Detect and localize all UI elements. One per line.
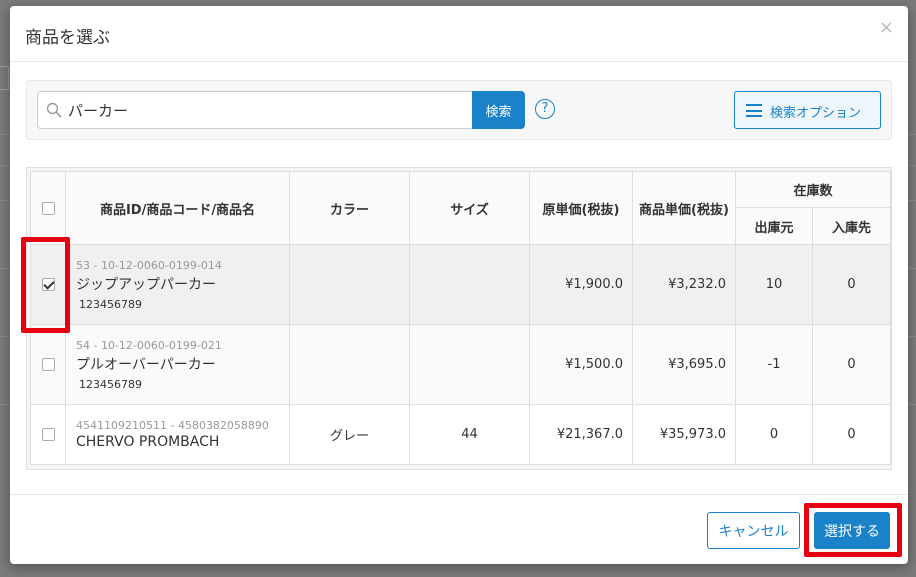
stock-to-cell: 0	[811, 244, 892, 325]
product-table: 商品ID/商品コード/商品名 カラー サイズ 原単価(税抜) 商品単価(税抜) …	[30, 171, 892, 465]
table-row[interactable]: 4541109210511 - 4580382058890 CHERVO PRO…	[30, 404, 892, 465]
row-checkbox[interactable]	[41, 358, 55, 371]
product-name: プルオーバーパーカー	[76, 356, 216, 373]
dialog-title: 商品を選ぶ	[25, 28, 110, 48]
table-row[interactable]: 53 - 10-12-0060-0199-014 ジップアップパーカー 1234…	[30, 244, 892, 325]
dialog-header: 商品を選ぶ ×	[10, 6, 908, 62]
row-checkbox[interactable]	[41, 428, 55, 441]
col-header-unit-price: 商品単価(税抜)	[632, 171, 736, 245]
color-cell	[289, 244, 410, 325]
stock-to-cell: 0	[811, 404, 892, 465]
col-header-stock-to: 入庫先	[811, 207, 892, 245]
unit-price-cell: ¥35,973.0	[632, 404, 736, 465]
col-header-stock-from: 出庫元	[735, 207, 813, 245]
col-header-cost-price: 原単価(税抜)	[529, 171, 633, 245]
col-header-product: 商品ID/商品コード/商品名	[65, 171, 290, 245]
search-icon	[46, 102, 62, 118]
size-cell: 44	[409, 404, 530, 465]
color-cell	[289, 324, 410, 405]
footer-divider	[10, 494, 908, 495]
product-name: CHERVO PROMBACH	[76, 434, 220, 450]
menu-icon	[746, 104, 762, 117]
product-id: 4541109210511 - 4580382058890	[76, 419, 269, 432]
cancel-button[interactable]: キャンセル	[707, 512, 800, 549]
search-box[interactable]	[37, 91, 473, 129]
product-cell: 53 - 10-12-0060-0199-014 ジップアップパーカー 1234…	[65, 244, 290, 325]
search-options-button[interactable]: 検索オプション	[734, 91, 881, 129]
product-cell: 4541109210511 - 4580382058890 CHERVO PRO…	[65, 404, 290, 465]
col-header-color: カラー	[289, 171, 410, 245]
cost-price-cell: ¥21,367.0	[529, 404, 633, 465]
stock-from-cell: 10	[735, 244, 813, 325]
product-code: 123456789	[79, 297, 142, 311]
select-all-checkbox[interactable]	[41, 201, 55, 215]
row-select-cell	[30, 244, 66, 325]
size-cell	[409, 244, 530, 325]
select-button[interactable]: 選択する	[814, 512, 890, 549]
product-cell: 54 - 10-12-0060-0199-021 プルオーバーパーカー 1234…	[65, 324, 290, 405]
row-select-cell	[30, 324, 66, 405]
stock-from-cell: -1	[735, 324, 813, 405]
cost-price-cell: ¥1,500.0	[529, 324, 633, 405]
unit-price-cell: ¥3,695.0	[632, 324, 736, 405]
product-id: 54 - 10-12-0060-0199-021	[76, 338, 222, 352]
select-all-cell	[30, 171, 66, 245]
size-cell	[409, 324, 530, 405]
col-header-stock: 在庫数	[734, 171, 892, 208]
search-input[interactable]	[68, 92, 468, 128]
color-cell: グレー	[289, 404, 410, 465]
stock-from-cell: 0	[735, 404, 813, 465]
search-panel: 検索 ? 検索オプション	[26, 80, 892, 140]
unit-price-cell: ¥3,232.0	[632, 244, 736, 325]
table-row[interactable]: 54 - 10-12-0060-0199-021 プルオーバーパーカー 1234…	[30, 324, 892, 405]
cost-price-cell: ¥1,900.0	[529, 244, 633, 325]
row-select-cell	[30, 404, 66, 465]
help-icon[interactable]: ?	[535, 99, 555, 119]
row-checkbox[interactable]	[41, 278, 55, 291]
stock-to-cell: 0	[811, 324, 892, 405]
product-code: 123456789	[79, 377, 142, 391]
col-header-size: サイズ	[409, 171, 530, 245]
search-options-label: 検索オプション	[770, 106, 862, 121]
search-button[interactable]: 検索	[472, 91, 525, 129]
product-id: 53 - 10-12-0060-0199-014	[76, 258, 222, 272]
close-icon[interactable]: ×	[879, 19, 894, 37]
background-field	[0, 66, 9, 90]
product-select-dialog: 商品を選ぶ × 検索 ? 検索オプション 商品ID/商品	[10, 6, 908, 564]
product-table-container: 商品ID/商品コード/商品名 カラー サイズ 原単価(税抜) 商品単価(税抜) …	[26, 167, 892, 470]
product-name: ジップアップパーカー	[76, 276, 216, 293]
